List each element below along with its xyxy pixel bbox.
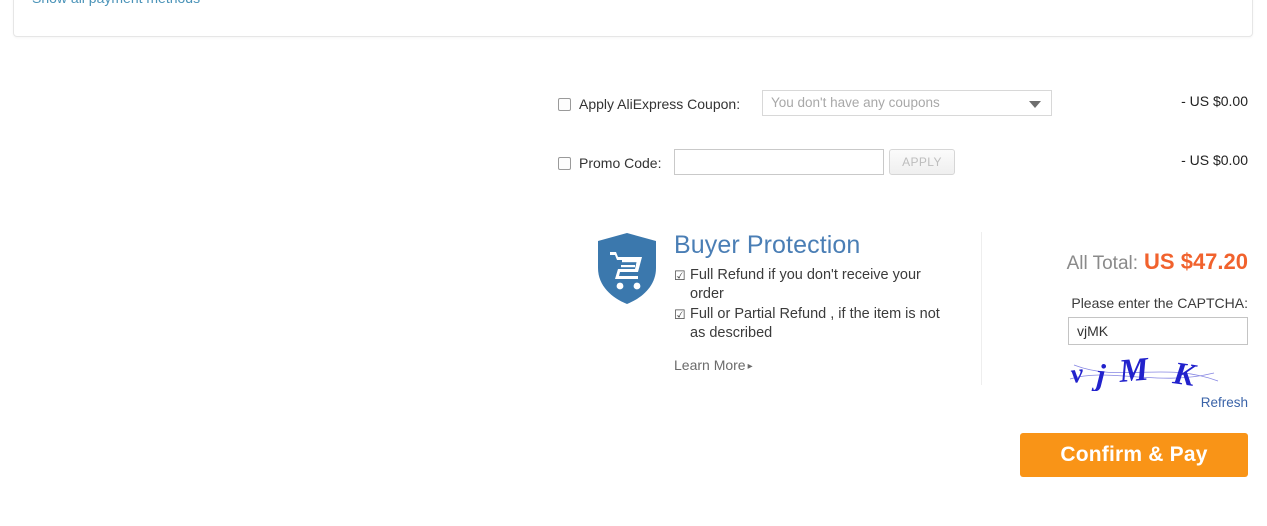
check-box-icon: ☑ [674, 307, 686, 322]
all-total-value: US $47.20 [1144, 249, 1248, 274]
chevron-down-icon [1029, 101, 1041, 108]
svg-text:M: M [1117, 353, 1152, 390]
svg-text:v: v [1069, 358, 1086, 389]
buyer-protection-list: ☑ Full Refund if you don't receive your … [674, 266, 956, 343]
coupon-select[interactable]: You don't have any coupons [762, 90, 1052, 116]
list-item-text: Full or Partial Refund , if the item is … [690, 306, 940, 341]
coupon-row: Apply AliExpress Coupon: You don't have … [0, 90, 1267, 138]
coupon-select-value: You don't have any coupons [771, 95, 940, 110]
captcha-image: v j M K [988, 353, 1248, 391]
check-box-icon: ☑ [674, 268, 686, 283]
buyer-protection-body: Buyer Protection ☑ Full Refund if you do… [674, 230, 956, 375]
promo-amount: - US $0.00 [1181, 152, 1248, 168]
order-summary-panel: All Total: US $47.20 Please enter the CAP… [988, 248, 1248, 477]
confirm-and-pay-button[interactable]: Confirm & Pay [1020, 433, 1248, 477]
learn-more-label: Learn More [674, 357, 746, 373]
shield-cart-icon [596, 232, 658, 306]
captcha-prompt: Please enter the CAPTCHA: [1071, 295, 1248, 311]
discount-rows: Apply AliExpress Coupon: You don't have … [0, 90, 1267, 197]
promo-checkbox-label[interactable]: Promo Code: [558, 152, 661, 174]
captcha-input[interactable] [1068, 317, 1248, 345]
all-total-line: All Total: US $47.20 [988, 248, 1248, 279]
list-item: ☑ Full or Partial Refund , if the item i… [674, 305, 956, 343]
all-total-label: All Total: [1066, 253, 1139, 274]
promo-label-text: Promo Code: [579, 155, 662, 171]
apply-promo-button[interactable]: APPLY [889, 149, 955, 175]
coupon-label-text: Apply AliExpress Coupon: [579, 96, 741, 112]
chevron-right-icon: ▸ [747, 361, 753, 372]
svg-text:j: j [1091, 357, 1107, 391]
promo-row: Promo Code: APPLY - US $0.00 [0, 149, 1267, 197]
coupon-checkbox-label[interactable]: Apply AliExpress Coupon: [558, 93, 740, 115]
coupon-amount: - US $0.00 [1181, 93, 1248, 109]
promo-code-input[interactable] [674, 149, 884, 175]
coupon-checkbox[interactable] [558, 97, 571, 111]
list-item: ☑ Full Refund if you don't receive your … [674, 266, 956, 304]
list-item-text: Full Refund if you don't receive your or… [690, 267, 921, 302]
section-divider [981, 232, 982, 385]
refresh-captcha-link[interactable]: Refresh [1201, 395, 1248, 410]
buyer-protection-title: Buyer Protection [674, 231, 861, 259]
promo-checkbox[interactable] [558, 156, 571, 170]
show-all-payment-methods-link[interactable]: Show all payment methods [32, 0, 200, 6]
payment-methods-card: Show all payment methods [13, 0, 1253, 37]
learn-more-link[interactable]: Learn More ▸ [674, 357, 753, 373]
